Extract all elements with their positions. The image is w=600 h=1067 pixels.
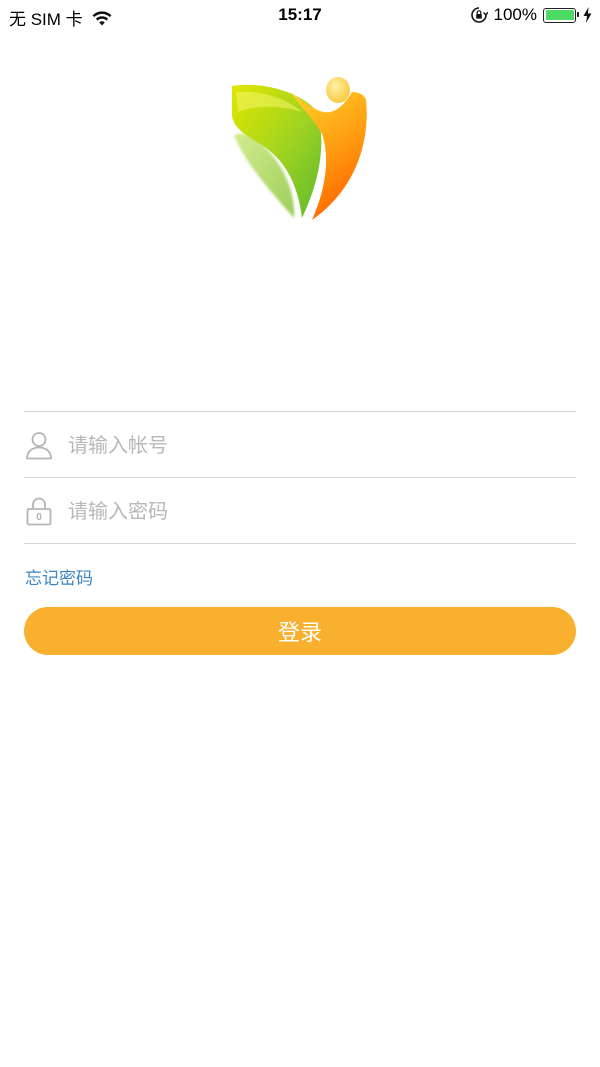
password-row [24, 478, 576, 543]
login-button[interactable]: 登录 [24, 607, 576, 655]
password-input[interactable] [68, 490, 558, 531]
lock-icon [26, 497, 52, 525]
charging-icon [583, 7, 592, 23]
status-right: 100% [470, 5, 592, 25]
battery-icon [543, 7, 579, 23]
status-bar: 无 SIM 卡 15:17 100% [0, 0, 600, 32]
battery-percent: 100% [493, 5, 537, 24]
user-icon [26, 431, 52, 459]
battery-fill [545, 10, 574, 20]
orientation-lock-icon [470, 7, 488, 23]
account-row [24, 412, 576, 477]
login-form [24, 411, 576, 544]
leaf-person-logo [232, 77, 367, 220]
forgot-password-link[interactable]: 忘记密码 [25, 564, 93, 589]
account-input[interactable] [68, 424, 558, 465]
divider [24, 543, 576, 544]
